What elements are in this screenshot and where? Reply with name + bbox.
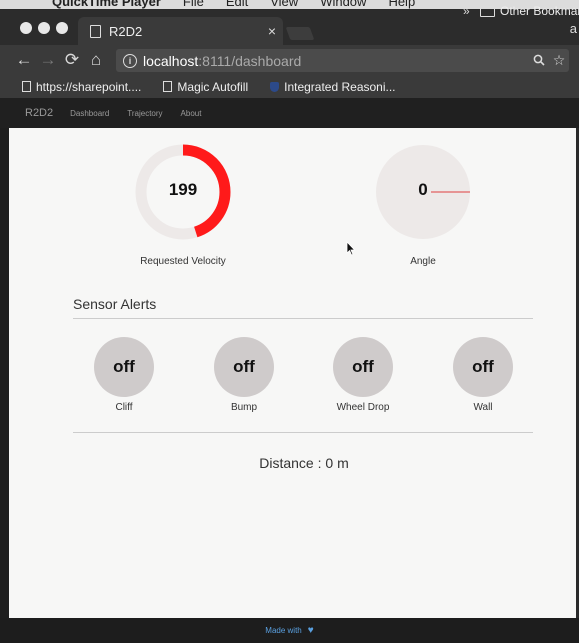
divider <box>73 318 533 319</box>
zoom-icon[interactable] <box>529 53 549 69</box>
sensor-bump-label: Bump <box>230 402 258 413</box>
bookmark-label: https://sharepoint.... <box>36 79 142 94</box>
sensor-cliff-indicator: off <box>94 337 154 397</box>
angle-value: 0 <box>418 180 428 199</box>
back-icon[interactable]: ← <box>12 50 36 70</box>
page-icon <box>90 24 101 38</box>
sensor-cliff-label: Cliff <box>115 402 133 413</box>
app-navbar: R2D2 Dashboard Trajectory About <box>0 98 579 128</box>
sensor-wheel-drop-label: Wheel Drop <box>336 402 390 413</box>
divider <box>73 432 533 433</box>
bookmarks-overflow-icon[interactable]: » <box>463 4 470 18</box>
other-bookmarks-label: Other Bookmar <box>500 4 579 18</box>
menu-help[interactable]: Help <box>388 0 415 9</box>
info-icon[interactable]: i <box>123 53 137 68</box>
browser-toolbar: ← → ⟳ ⌂ i localhost:8111/dashboard ☆ <box>0 45 579 75</box>
sensor-wheel-drop: off Wheel Drop <box>333 337 393 413</box>
window-minimize-dot[interactable] <box>38 22 50 34</box>
brand-link[interactable]: R2D2 <box>25 107 53 119</box>
menu-window[interactable]: Window <box>320 0 366 9</box>
dashboard-content: 199 Requested Velocity 0 Angle Sensor Al… <box>9 128 576 618</box>
menu-view[interactable]: View <box>270 0 298 9</box>
sensor-alerts-title: Sensor Alerts <box>73 296 157 312</box>
forward-icon[interactable]: → <box>36 50 60 70</box>
angle-gauge: 0 <box>375 144 471 240</box>
window-close-dot[interactable] <box>20 22 32 34</box>
heart-icon: ♥ <box>307 625 314 636</box>
bookmark-label: Integrated Reasoni... <box>284 79 396 94</box>
reload-icon[interactable]: ⟳ <box>60 50 84 70</box>
star-icon[interactable]: ☆ <box>549 52 569 69</box>
menu-file[interactable]: File <box>183 0 204 9</box>
nav-trajectory[interactable]: Trajectory <box>127 109 162 118</box>
sensor-cliff: off Cliff <box>94 337 154 413</box>
sensor-wall: off Wall <box>453 337 513 413</box>
sensor-bump-indicator: off <box>214 337 274 397</box>
url-host: localhost <box>143 52 199 69</box>
home-icon[interactable]: ⌂ <box>84 50 108 70</box>
nav-about[interactable]: About <box>181 109 202 118</box>
tab-title: R2D2 <box>109 23 143 39</box>
menu-edit[interactable]: Edit <box>226 0 248 9</box>
page-icon <box>163 81 173 92</box>
distance-readout: Distance : 0 m <box>259 455 349 471</box>
menubar-app-name[interactable]: QuickTime Player <box>52 0 161 9</box>
sensor-wall-label: Wall <box>473 402 493 413</box>
new-tab-button[interactable] <box>285 27 315 40</box>
shield-icon <box>270 81 280 92</box>
profile-icon[interactable]: a <box>570 21 577 36</box>
folder-icon <box>480 5 495 17</box>
nav-dashboard[interactable]: Dashboard <box>70 109 109 118</box>
sensor-wall-indicator: off <box>453 337 513 397</box>
bookmark-sharepoint[interactable]: https://sharepoint.... <box>22 80 141 94</box>
tab-r2d2[interactable]: R2D2 × <box>78 17 283 45</box>
bookmark-integrated-reasoning[interactable]: Integrated Reasoni... <box>270 79 396 94</box>
bookmarks-bar: https://sharepoint.... Magic Autofill In… <box>0 75 579 98</box>
velocity-gauge: 199 <box>135 144 231 240</box>
bookmark-magic-autofill[interactable]: Magic Autofill <box>163 80 248 94</box>
other-bookmarks[interactable]: Other Bookmar <box>480 4 579 18</box>
window-zoom-dot[interactable] <box>56 22 68 34</box>
velocity-label: Requested Velocity <box>140 256 226 267</box>
angle-label: Angle <box>410 256 436 267</box>
page-footer: Made with ♥ <box>0 618 579 643</box>
velocity-value: 199 <box>168 180 198 199</box>
page-icon <box>22 81 31 92</box>
address-url[interactable]: localhost:8111/dashboard <box>143 53 529 69</box>
url-path: :8111/dashboard <box>198 52 302 69</box>
tab-close-icon[interactable]: × <box>261 23 283 39</box>
bookmark-label: Magic Autofill <box>177 79 249 94</box>
sensor-bump: off Bump <box>214 337 274 413</box>
address-bar[interactable]: i localhost:8111/dashboard ☆ <box>116 49 569 72</box>
footer-text: Made with <box>265 626 302 635</box>
sensor-wheel-drop-indicator: off <box>333 337 393 397</box>
